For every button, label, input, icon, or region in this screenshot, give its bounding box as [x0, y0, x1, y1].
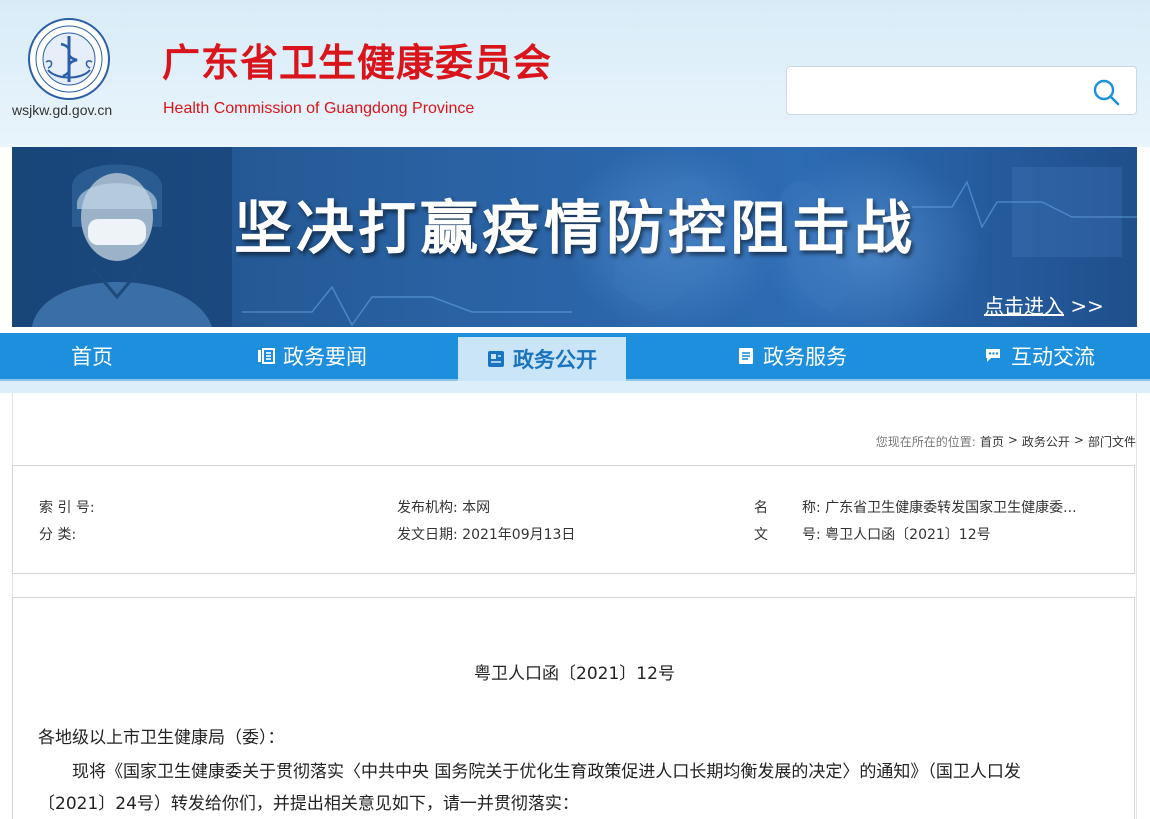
health-commission-emblem-icon [28, 18, 110, 100]
meta-issuer: 发布机构: 本网 [397, 497, 490, 517]
nav-item-label: 政务服务 [763, 345, 847, 369]
nav-item-interaction[interactable]: 互动交流 [960, 333, 1120, 379]
news-icon [258, 348, 275, 364]
meta-index-label: 索 引 号: [39, 500, 95, 516]
service-icon [739, 348, 753, 364]
meta-date-value: 2021年09月13日 [462, 527, 576, 543]
main-nav: 首页 政务要闻 政务公开 政务服务 互动交流 [0, 333, 1150, 381]
nav-item-label: 首页 [71, 345, 113, 369]
meta-docno: 号: 粤卫人口函〔2021〕12号 [802, 524, 991, 544]
double-chevron-right-icon: >> [1070, 294, 1104, 318]
nav-underline-strip [0, 381, 1150, 393]
nav-item-label: 政务公开 [513, 348, 597, 372]
meta-name-label-b: 称: [802, 500, 821, 516]
meta-docno-label-a: 文 [754, 527, 768, 543]
nav-item-label: 政务要闻 [283, 345, 367, 369]
document-paragraph-line: 〔2021〕24号）转发给你们，并提出相关意见如下，请一并贯彻落实： [38, 794, 579, 814]
nav-item-news[interactable]: 政务要闻 [222, 333, 402, 379]
breadcrumb-open-gov[interactable]: 政务公开 [1022, 433, 1070, 450]
meta-date-label: 发文日期: [397, 527, 458, 543]
breadcrumb-separator: > [1007, 433, 1018, 447]
site-title[interactable]: 广东省卫生健康委员会 [162, 44, 552, 82]
breadcrumb-dept-docs[interactable]: 部门文件 [1088, 433, 1136, 450]
document-salutation: 各地级以上市卫生健康局（委）： [38, 728, 285, 748]
meta-issuer-value: 本网 [462, 500, 491, 516]
banner-slogan: 坚决打赢疫情防控阻击战 [234, 194, 917, 262]
document-body: 粤卫人口函〔2021〕12号 各地级以上市卫生健康局（委）： 现将《国家卫生健康… [12, 597, 1135, 819]
meta-name-value: 广东省卫生健康委转发国家卫生健康委... [825, 500, 1077, 516]
search-icon[interactable] [1091, 77, 1121, 107]
meta-docno-label-b: 号: [802, 527, 821, 543]
meta-name: 称: 广东省卫生健康委转发国家卫生健康委... [802, 497, 1077, 517]
meta-name-label-a: 名 [754, 500, 768, 516]
document-number-heading: 粤卫人口函〔2021〕12号 [474, 664, 675, 684]
chat-icon [986, 349, 1000, 362]
site-header: wsjkw.gd.gov.cn 广东省卫生健康委员会 Health Commis… [0, 0, 1150, 147]
nav-item-label: 互动交流 [1011, 345, 1095, 369]
document-meta-box: 索 引 号: 分 类: 发布机构: 本网 发文日期: 2021年09月13日 名… [12, 465, 1135, 574]
search-input[interactable] [795, 75, 1085, 107]
medical-worker-illustration [12, 147, 232, 327]
breadcrumb: 您现在所在的位置: 首页 > 政务公开 > 部门文件 [876, 433, 1136, 450]
meta-index: 索 引 号: [39, 497, 95, 517]
banner-enter-link[interactable]: 点击进入 >> [984, 290, 1104, 319]
open-gov-icon [488, 351, 504, 367]
site-subtitle: Health Commission of Guangdong Province [163, 100, 475, 117]
meta-date: 发文日期: 2021年09月13日 [397, 524, 575, 544]
meta-category-label: 分 类: [39, 527, 77, 543]
breadcrumb-separator: > [1073, 433, 1084, 447]
breadcrumb-prefix: 您现在所在的位置: [875, 435, 976, 449]
epidemic-banner[interactable]: 坚决打赢疫情防控阻击战 点击进入 >> [12, 147, 1137, 327]
meta-issuer-label: 发布机构: [397, 500, 458, 516]
meta-category: 分 类: [39, 524, 76, 544]
document-paragraph-line: 现将《国家卫生健康委关于贯彻落实〈中共中央 国务院关于优化生育政策促进人口长期均… [72, 762, 1021, 782]
banner-enter-label: 点击进入 [984, 294, 1064, 318]
breadcrumb-home[interactable]: 首页 [980, 433, 1004, 450]
nav-item-home[interactable]: 首页 [22, 333, 162, 379]
site-domain: wsjkw.gd.gov.cn [12, 102, 113, 118]
meta-docno-value: 粤卫人口函〔2021〕12号 [825, 527, 991, 543]
nav-item-open-gov[interactable]: 政务公开 [458, 337, 626, 381]
nav-item-services[interactable]: 政务服务 [712, 333, 872, 379]
search-box [786, 66, 1137, 115]
